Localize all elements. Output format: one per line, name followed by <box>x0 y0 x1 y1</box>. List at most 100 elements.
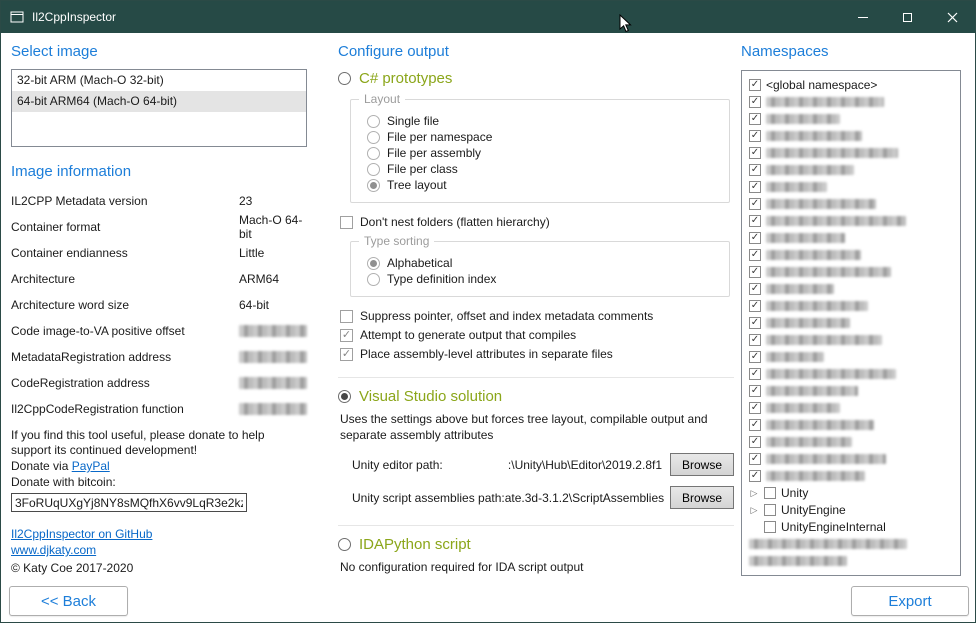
namespace-item[interactable] <box>749 247 956 263</box>
unity-script-assemblies-path-value: ate.3d-3.1.2\ScriptAssemblies <box>505 491 670 505</box>
info-label: Architecture <box>11 272 239 286</box>
layout-option[interactable]: File per assembly <box>367 146 719 160</box>
namespace-checkbox[interactable] <box>749 198 761 210</box>
namespace-checkbox[interactable] <box>749 215 761 227</box>
github-link[interactable]: Il2CppInspector on GitHub <box>11 527 152 541</box>
close-icon[interactable] <box>930 1 975 33</box>
mouse-cursor <box>619 14 632 37</box>
namespace-item[interactable] <box>749 230 956 246</box>
namespace-item[interactable] <box>749 349 956 365</box>
namespace-checkbox[interactable] <box>749 436 761 448</box>
namespace-item[interactable] <box>749 400 956 416</box>
expander-icon[interactable]: ▷ <box>749 505 759 516</box>
redacted-label <box>766 250 861 260</box>
namespace-item[interactable] <box>749 417 956 433</box>
namespace-item[interactable] <box>749 264 956 280</box>
namespace-checkbox[interactable] <box>749 300 761 312</box>
layout-option[interactable]: File per namespace <box>367 130 719 144</box>
namespace-item[interactable] <box>749 553 956 569</box>
radio-csharp-prototypes[interactable]: C# prototypes <box>338 70 736 87</box>
namespace-checkbox[interactable] <box>749 402 761 414</box>
info-row: IL2CPP Metadata version 23 <box>11 188 307 214</box>
layout-option[interactable]: Tree layout <box>367 178 719 192</box>
namespace-item[interactable]: ▷Unity <box>749 485 956 501</box>
namespace-checkbox[interactable] <box>749 147 761 159</box>
namespace-checkbox[interactable] <box>749 368 761 380</box>
maximize-icon[interactable] <box>885 1 930 33</box>
type-sorting-option[interactable]: Type definition index <box>367 272 719 286</box>
export-button[interactable]: Export <box>851 586 969 616</box>
namespace-checkbox[interactable] <box>749 453 761 465</box>
namespace-item[interactable] <box>749 366 956 382</box>
output-option-checkbox[interactable]: Suppress pointer, offset and index metad… <box>340 309 736 323</box>
radio-visual-studio-solution[interactable]: Visual Studio solution <box>338 388 736 405</box>
namespace-checkbox[interactable] <box>749 266 761 278</box>
namespace-checkbox[interactable] <box>749 249 761 261</box>
namespace-checkbox[interactable] <box>749 283 761 295</box>
namespace-item[interactable] <box>749 298 956 314</box>
layout-option[interactable]: File per class <box>367 162 719 176</box>
namespace-item[interactable] <box>749 315 956 331</box>
website-link[interactable]: www.djkaty.com <box>11 543 96 557</box>
namespace-item[interactable] <box>749 162 956 178</box>
option-label: File per assembly <box>387 146 481 160</box>
namespace-checkbox[interactable] <box>749 470 761 482</box>
namespace-item[interactable] <box>749 383 956 399</box>
info-label: MetadataRegistration address <box>11 350 239 364</box>
image-list[interactable]: 32-bit ARM (Mach-O 32-bit)64-bit ARM64 (… <box>11 69 307 147</box>
bitcoin-address-input[interactable] <box>11 493 247 512</box>
namespace-item[interactable]: <global namespace> <box>749 77 956 93</box>
namespace-checkbox[interactable] <box>749 385 761 397</box>
namespace-checkbox[interactable] <box>749 419 761 431</box>
namespace-checkbox[interactable] <box>764 521 776 533</box>
namespace-item[interactable] <box>749 281 956 297</box>
namespace-item[interactable] <box>749 451 956 467</box>
namespace-checkbox[interactable] <box>749 181 761 193</box>
namespace-item[interactable] <box>749 145 956 161</box>
namespace-item[interactable] <box>749 434 956 450</box>
flatten-hierarchy-checkbox[interactable]: Don't nest folders (flatten hierarchy) <box>340 215 736 229</box>
namespace-checkbox[interactable] <box>764 487 776 499</box>
radio-idapython-script[interactable]: IDAPython script <box>338 536 736 553</box>
namespace-checkbox[interactable] <box>749 317 761 329</box>
namespace-checkbox[interactable] <box>749 113 761 125</box>
namespace-checkbox[interactable] <box>749 79 761 91</box>
back-button[interactable]: << Back <box>9 586 128 616</box>
namespace-item[interactable] <box>749 94 956 110</box>
image-list-item[interactable]: 32-bit ARM (Mach-O 32-bit) <box>12 70 306 91</box>
namespace-checkbox[interactable] <box>764 504 776 516</box>
paypal-link[interactable]: PayPal <box>72 459 110 473</box>
configure-output-panel: Configure output C# prototypes Layout Si… <box>338 43 736 575</box>
namespace-item[interactable] <box>749 332 956 348</box>
output-option-checkbox[interactable]: Place assembly-level attributes in separ… <box>340 347 736 361</box>
namespace-checkbox[interactable] <box>749 164 761 176</box>
namespace-checkbox[interactable] <box>749 334 761 346</box>
namespace-checkbox[interactable] <box>749 232 761 244</box>
option-label: Attempt to generate output that compiles <box>360 328 576 342</box>
namespace-item[interactable] <box>749 213 956 229</box>
image-list-item[interactable]: 64-bit ARM64 (Mach-O 64-bit) <box>12 91 306 112</box>
namespace-item[interactable] <box>749 468 956 484</box>
browse-editor-path-button[interactable]: Browse <box>670 453 734 476</box>
namespace-item[interactable] <box>749 128 956 144</box>
namespace-item[interactable] <box>749 196 956 212</box>
minimize-icon[interactable] <box>840 1 885 33</box>
namespace-item[interactable]: UnityEngineInternal <box>749 519 956 535</box>
namespace-item[interactable] <box>749 179 956 195</box>
namespace-checkbox[interactable] <box>749 130 761 142</box>
redacted-label <box>766 437 852 447</box>
type-sorting-option[interactable]: Alphabetical <box>367 256 719 270</box>
redacted-label <box>766 301 868 311</box>
namespaces-list[interactable]: <global namespace> ▷Unity▷UnityEngineUnit… <box>741 70 961 576</box>
unity-editor-path-label: Unity editor path: <box>352 458 443 472</box>
expander-icon[interactable]: ▷ <box>749 488 759 499</box>
namespace-checkbox[interactable] <box>749 351 761 363</box>
namespace-item[interactable] <box>749 111 956 127</box>
namespace-checkbox[interactable] <box>749 96 761 108</box>
section-label: Visual Studio solution <box>359 388 502 405</box>
namespace-item[interactable] <box>749 536 956 552</box>
namespace-item[interactable]: ▷UnityEngine <box>749 502 956 518</box>
layout-option[interactable]: Single file <box>367 114 719 128</box>
browse-assemblies-path-button[interactable]: Browse <box>670 486 734 509</box>
output-option-checkbox[interactable]: Attempt to generate output that compiles <box>340 328 736 342</box>
